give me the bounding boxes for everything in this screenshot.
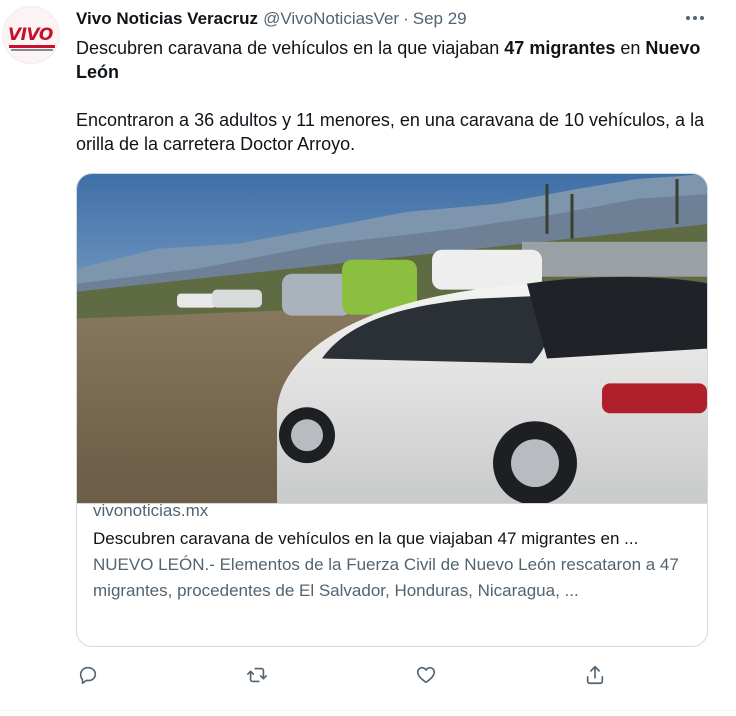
share-icon bbox=[586, 665, 604, 685]
tweet-text-part: en bbox=[615, 38, 646, 58]
tweet-text-bold: 47 migrantes bbox=[504, 38, 616, 58]
avatar-logo-subline bbox=[11, 49, 53, 51]
card-description: NUEVO LEÓN.- Elementos de la Fuerza Civi… bbox=[93, 555, 679, 600]
avatar[interactable]: VIVO bbox=[2, 6, 60, 64]
tweet-date[interactable]: Sep 29 bbox=[413, 9, 467, 29]
display-name[interactable]: Vivo Noticias Veracruz bbox=[76, 9, 258, 29]
more-dot bbox=[700, 16, 704, 20]
card-body: vivonoticias.mx Descubren caravana de ve… bbox=[93, 499, 693, 604]
avatar-logo-text: VIVO bbox=[8, 25, 53, 45]
card-title: Descubren caravana de vehículos en la qu… bbox=[93, 529, 639, 548]
more-options-icon[interactable] bbox=[684, 10, 706, 26]
tweet-text-part: Descubren caravana de vehículos en la qu… bbox=[76, 38, 505, 58]
heart-icon bbox=[416, 666, 436, 684]
share-button[interactable] bbox=[580, 660, 610, 690]
link-card[interactable]: vivonoticias.mx Descubren caravana de ve… bbox=[76, 173, 708, 647]
avatar-logo-underline bbox=[9, 45, 55, 48]
retweet-icon bbox=[247, 667, 267, 683]
tweet-paragraph: Encontraron a 36 adultos y 11 menores, e… bbox=[76, 110, 705, 154]
more-dot bbox=[693, 16, 697, 20]
tweet-header: Vivo Noticias Veracruz @VivoNoticiasVer … bbox=[76, 8, 467, 30]
tweet-text: Descubren caravana de vehículos en la qu… bbox=[76, 36, 716, 156]
reply-button[interactable] bbox=[73, 660, 103, 690]
retweet-button[interactable] bbox=[242, 660, 272, 690]
card-image[interactable] bbox=[77, 174, 708, 504]
tweet-actions bbox=[76, 660, 616, 690]
user-handle[interactable]: @VivoNoticiasVer bbox=[263, 9, 399, 29]
card-domain: vivonoticias.mx bbox=[93, 501, 209, 520]
tweet-headline: Descubren caravana de vehículos en la qu… bbox=[76, 36, 716, 84]
like-button[interactable] bbox=[411, 660, 441, 690]
reply-icon bbox=[79, 666, 97, 685]
more-dot bbox=[686, 16, 690, 20]
separator-dot: · bbox=[403, 9, 409, 28]
divider bbox=[0, 710, 736, 711]
tweet[interactable]: VIVO Vivo Noticias Veracruz @VivoNoticia… bbox=[0, 0, 736, 716]
